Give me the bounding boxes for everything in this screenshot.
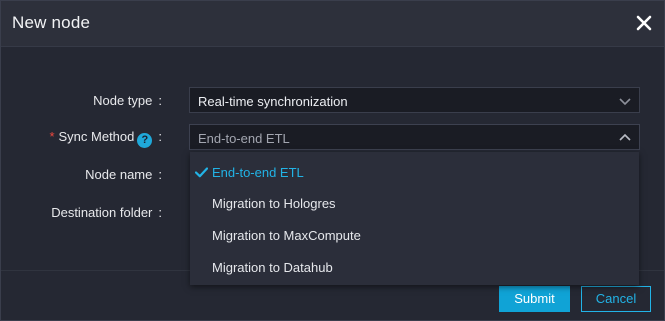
sync-method-dropdown: End-to-end ETL Migration to Hologres Mig… xyxy=(190,152,639,285)
node-type-label-text: Node type xyxy=(93,93,153,108)
chevron-down-icon xyxy=(619,98,631,106)
node-type-label: Node type: xyxy=(93,93,162,108)
dropdown-option-label: Migration to Datahub xyxy=(212,260,333,275)
dropdown-option-label: Migration to MaxCompute xyxy=(212,228,361,243)
colon: : xyxy=(158,167,162,182)
cancel-button[interactable]: Cancel xyxy=(581,286,651,312)
required-mark: * xyxy=(49,129,55,144)
new-node-dialog: New node Node type: Real-time synchroniz… xyxy=(0,0,665,321)
sync-method-label-text: Sync Method xyxy=(58,129,135,144)
dropdown-option[interactable]: Migration to Datahub xyxy=(190,253,639,283)
dropdown-option-label: End-to-end ETL xyxy=(212,165,304,180)
destination-folder-label-text: Destination folder xyxy=(51,205,153,220)
help-icon[interactable]: ? xyxy=(137,133,153,148)
dropdown-option[interactable]: End-to-end ETL xyxy=(190,158,639,188)
close-icon[interactable] xyxy=(634,13,654,33)
node-name-label-text: Node name xyxy=(85,167,153,182)
dialog-title: New node xyxy=(12,13,91,32)
submit-button[interactable]: Submit xyxy=(499,286,570,312)
colon: : xyxy=(158,129,162,144)
check-icon xyxy=(195,167,208,178)
colon: : xyxy=(158,205,162,220)
dropdown-option-label: Migration to Hologres xyxy=(212,196,336,211)
node-type-value: Real-time synchronization xyxy=(198,94,348,109)
sync-method-label: * Sync Method?: xyxy=(49,129,162,148)
node-name-label: Node name: xyxy=(85,167,162,182)
destination-folder-label: Destination folder: xyxy=(51,205,162,220)
dropdown-option[interactable]: Migration to Hologres xyxy=(190,189,639,219)
sync-method-value: End-to-end ETL xyxy=(198,131,290,146)
chevron-up-icon xyxy=(619,133,631,141)
dialog-header: New node xyxy=(1,1,664,47)
dropdown-option[interactable]: Migration to MaxCompute xyxy=(190,221,639,251)
colon: : xyxy=(158,93,162,108)
node-type-select[interactable]: Real-time synchronization xyxy=(189,87,640,113)
sync-method-select[interactable]: End-to-end ETL xyxy=(189,124,640,150)
